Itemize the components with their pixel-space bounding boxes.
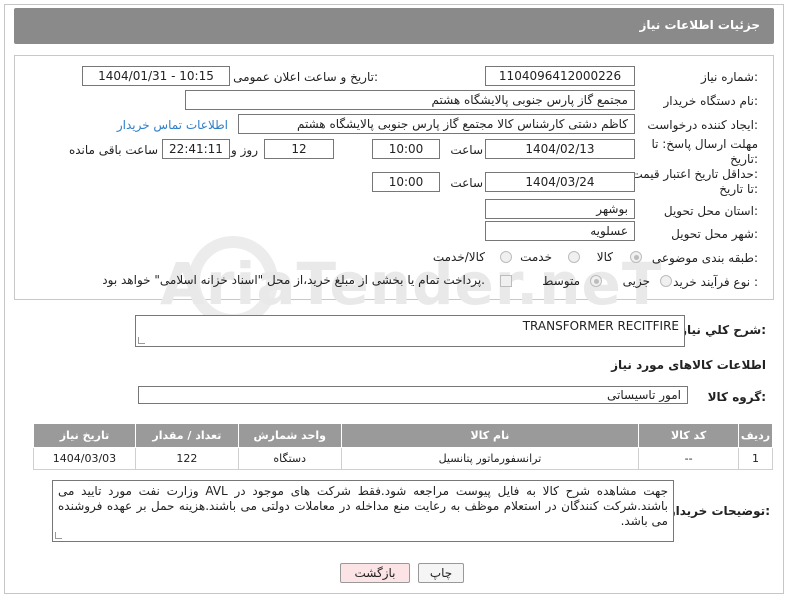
resize-grip-icon[interactable]	[55, 532, 62, 539]
col-name: نام کالا	[340, 423, 640, 448]
deadline-time-label: ساعت	[450, 143, 483, 157]
requester-label: ایجاد کننده درخواست:	[647, 118, 758, 132]
remaining-label: ساعت باقی مانده	[68, 143, 158, 157]
category-label: طبقه بندی موضوعی:	[651, 251, 758, 265]
print-button[interactable]: چاپ	[418, 563, 464, 583]
col-date: تاریخ نیاز	[33, 423, 136, 448]
announce-label: تاریخ و ساعت اعلان عمومی:	[233, 70, 378, 84]
need-number-label: شماره نیاز:	[700, 70, 758, 84]
page-header: جزئیات اطلاعات نیاز	[14, 8, 774, 44]
city-field: عسلویه	[485, 221, 635, 241]
summary-label: شرح کلي نياز:	[680, 323, 766, 337]
process-option-medium: متوسط	[542, 274, 580, 288]
category-radio-service[interactable]	[568, 251, 580, 263]
col-row-no: ردیف	[738, 423, 773, 448]
deadline-label-1: مهلت ارسال پاسخ: تا	[651, 137, 758, 151]
goods-group-label: گروه کالا:	[707, 390, 766, 404]
deadline-label-2: تاریخ:	[730, 152, 758, 166]
cell-qty: 122	[134, 447, 239, 470]
cell-name: ترانسفورماتور پتانسیل	[340, 447, 640, 470]
price-validity-label-1: حداقل تاریخ اعتبار قیمت:	[631, 167, 758, 181]
category-radio-goods-service[interactable]	[500, 251, 512, 263]
price-validity-label-2: تا تاریخ:	[719, 182, 758, 196]
col-unit: واحد شمارش	[237, 423, 342, 448]
process-label: نوع فرآیند خرید :	[673, 275, 758, 289]
col-qty: تعداد / مقدار	[134, 423, 239, 448]
back-button[interactable]: بازگشت	[340, 563, 410, 583]
category-radio-goods[interactable]	[630, 251, 642, 263]
payment-note: پرداخت تمام یا بخشی از مبلغ خرید،از محل …	[102, 273, 485, 287]
cell-unit: دستگاه	[237, 447, 342, 470]
announce-field: 1404/01/31 - 10:15	[82, 66, 230, 86]
days-label: روز و	[231, 143, 258, 157]
notes-label: توضیحات خریدار:	[668, 504, 770, 518]
need-number-field: 1104096412000226	[485, 66, 635, 86]
page-title: جزئیات اطلاعات نیاز	[639, 18, 760, 32]
buyer-org-field: مجتمع گاز پارس جنوبی پالایشگاه هشتم	[185, 90, 635, 110]
buyer-org-label: نام دستگاه خریدار:	[663, 94, 759, 108]
category-option-service: خدمت	[520, 250, 552, 264]
col-code: کد کالا	[638, 423, 740, 448]
requester-field: کاظم دشتی کارشناس کالا مجتمع گاز پارس جن…	[238, 114, 635, 134]
remaining-time-field: 22:41:11	[162, 139, 230, 159]
contact-buyer-link[interactable]: اطلاعات تماس خریدار	[117, 118, 228, 132]
goods-group-field: امور تاسیساتی	[138, 386, 688, 404]
process-radio-medium[interactable]	[590, 275, 602, 287]
days-field: 12	[264, 139, 334, 159]
resize-grip-icon[interactable]	[138, 337, 145, 344]
deadline-date-field: 1404/02/13	[485, 139, 635, 159]
summary-field: TRANSFORMER RECITFIRE	[135, 315, 685, 347]
summary-value: TRANSFORMER RECITFIRE	[522, 319, 679, 333]
items-section-title: اطلاعات کالاهای مورد نیاز	[611, 358, 766, 372]
table-row: 1 -- ترانسفورماتور پتانسیل دستگاه 122 14…	[33, 447, 773, 470]
treasury-checkbox[interactable]	[500, 275, 512, 287]
items-table: ردیف کد کالا نام کالا واحد شمارش تعداد /…	[33, 423, 773, 470]
items-table-header: ردیف کد کالا نام کالا واحد شمارش تعداد /…	[33, 423, 773, 448]
notes-value: جهت مشاهده شرح کالا به فایل پیوست مراجعه…	[58, 484, 668, 528]
province-label: استان محل تحویل:	[663, 204, 758, 218]
notes-field: جهت مشاهده شرح کالا به فایل پیوست مراجعه…	[52, 480, 674, 542]
province-field: بوشهر	[485, 199, 635, 219]
city-label: شهر محل تحویل:	[671, 227, 758, 241]
items-table-wrap: ردیف کد کالا نام کالا واحد شمارش تعداد /…	[33, 423, 773, 470]
cell-row-no: 1	[738, 447, 773, 470]
category-option-goods: کالا	[596, 250, 613, 264]
price-date-field: 1404/03/24	[485, 172, 635, 192]
cell-date: 1404/03/03	[33, 447, 136, 470]
cell-code: --	[638, 447, 740, 470]
price-time-label: ساعت	[450, 176, 483, 190]
price-time-field: 10:00	[372, 172, 440, 192]
deadline-time-field: 10:00	[372, 139, 440, 159]
category-option-goods-service: کالا/خدمت	[432, 250, 485, 264]
process-radio-minor[interactable]	[660, 275, 672, 287]
process-option-minor: جزیی	[622, 274, 650, 288]
